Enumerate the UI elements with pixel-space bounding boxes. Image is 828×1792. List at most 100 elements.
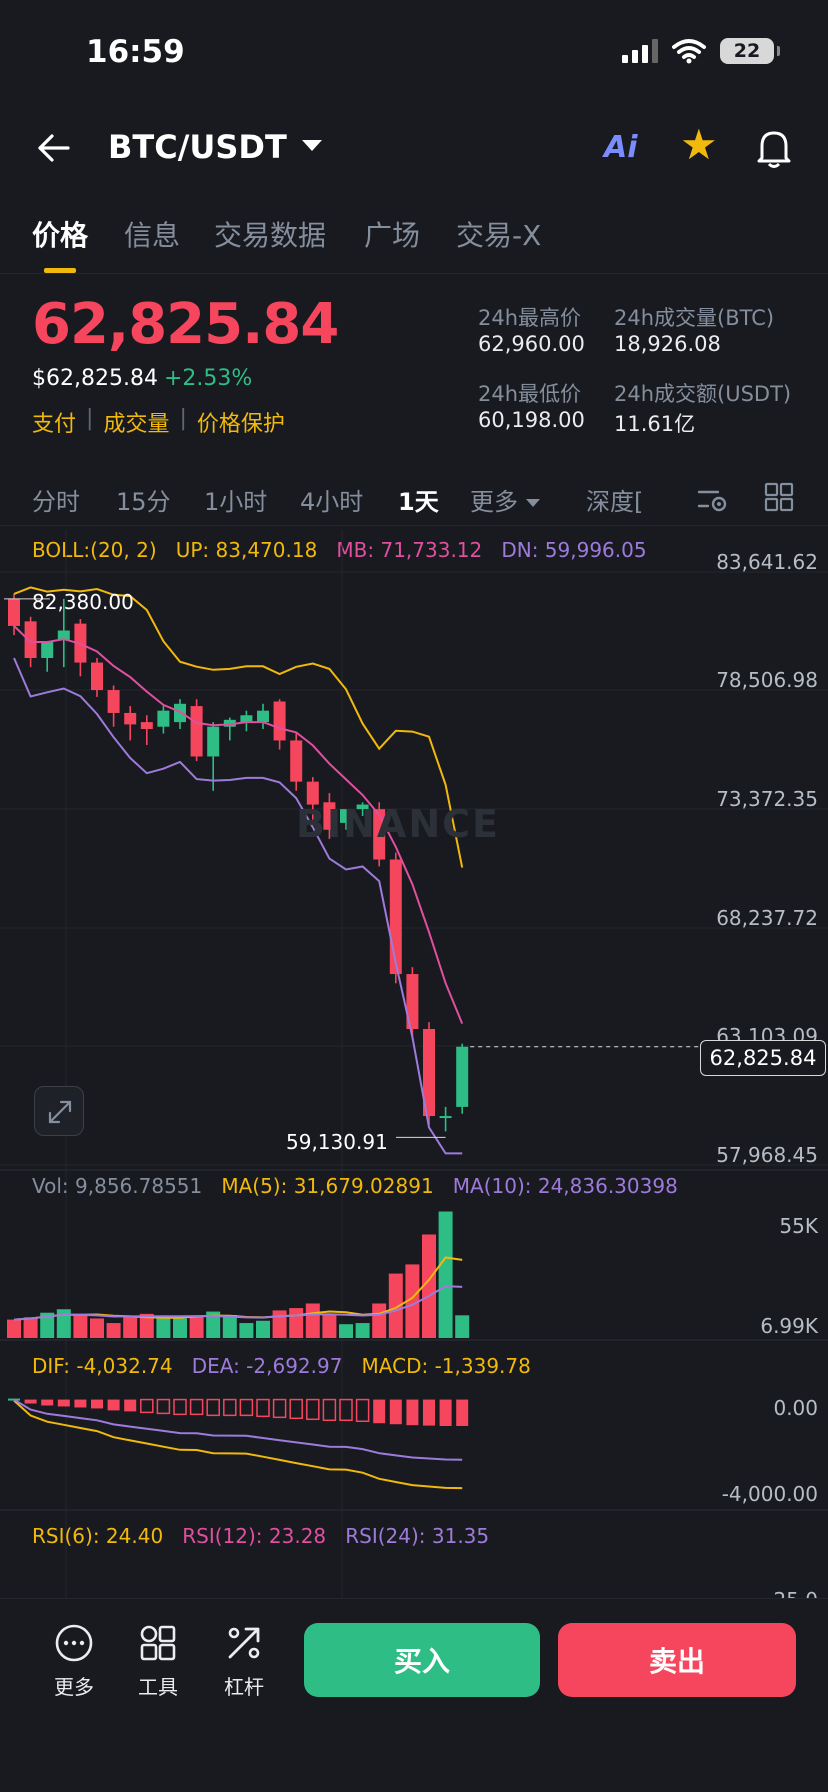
back-arrow-icon[interactable] [34, 128, 74, 168]
tab-square[interactable]: 广场 [364, 214, 420, 254]
macd-dif: DIF: -4,032.74 [32, 1354, 173, 1378]
tag-payment[interactable]: 支付 [32, 406, 86, 438]
volume-bar [339, 1324, 353, 1338]
leverage-button[interactable]: 杠杆 [214, 1623, 274, 1700]
status-icons: 22 [622, 38, 780, 64]
status-time: 16:59 [86, 34, 185, 70]
candle [290, 740, 303, 782]
candle [223, 719, 236, 727]
pair-dropdown-icon[interactable] [302, 140, 322, 151]
sell-button[interactable]: 卖出 [558, 1623, 796, 1697]
wifi-icon [672, 39, 706, 64]
volume-axis-bottom: 6.99K [760, 1314, 818, 1338]
pair-title[interactable]: BTC/USDT [108, 128, 287, 166]
candle [174, 703, 186, 723]
more-button[interactable]: 更多 [44, 1623, 104, 1700]
expand-icon [48, 1100, 72, 1124]
macd-histogram-bar [206, 1398, 220, 1417]
macd-histogram-bar [107, 1399, 120, 1411]
volume-bar [7, 1319, 21, 1338]
macd-histogram-bar [140, 1398, 154, 1414]
rsi-24: RSI(24): 31.35 [345, 1524, 490, 1548]
high-24h-value: 62,960.00 [478, 332, 585, 356]
price-axis-label: 73,372.35 [716, 787, 818, 811]
ai-icon[interactable]: Ai [604, 130, 638, 165]
volume-bar [272, 1310, 287, 1338]
volume-bar [372, 1303, 387, 1338]
candle [124, 712, 137, 725]
vol-btc-value: 18,926.08 [614, 332, 721, 356]
interval-bar: 分时 15分 1小时 4小时 1天 更多 深度[ [0, 476, 828, 526]
price-usd: $62,825.84 +2.53% [32, 366, 252, 391]
fullscreen-button[interactable] [34, 1086, 84, 1136]
chevron-down-icon [526, 499, 540, 507]
interval-depth[interactable]: 深度[ [586, 482, 643, 517]
boll-dn: DN: 59,996.05 [501, 538, 647, 562]
volume-bar [123, 1316, 138, 1338]
price-axis-label: 83,641.62 [716, 550, 818, 574]
interval-1d[interactable]: 1天 [398, 482, 439, 517]
volume-bar [156, 1317, 171, 1338]
volume-axis-top: 55K [779, 1214, 818, 1238]
volume-ma10-line [13, 1285, 463, 1321]
macd-histogram-bar [289, 1398, 303, 1420]
buy-button[interactable]: 买入 [304, 1623, 540, 1697]
leverage-label: 杠杆 [224, 1675, 264, 1699]
volume-bar [455, 1315, 470, 1338]
candle [273, 701, 286, 741]
macd-histogram-bar [439, 1399, 452, 1426]
tools-label: 工具 [138, 1675, 178, 1699]
last-price: 62,825.84 [32, 292, 339, 357]
tools-button[interactable]: 工具 [128, 1623, 188, 1700]
candle [439, 1116, 452, 1119]
tag-volume[interactable]: 成交量 [103, 406, 179, 438]
tag-price-protection[interactable]: 价格保护 [197, 406, 295, 438]
macd-histogram-bar [57, 1399, 70, 1407]
battery-icon: 22 [720, 38, 780, 64]
macd-histogram-bar [306, 1398, 320, 1421]
macd-histogram-bar [173, 1398, 187, 1416]
volume-bar [73, 1315, 88, 1338]
tab-price[interactable]: 价格 [32, 214, 88, 254]
chart-settings-icon[interactable] [696, 482, 730, 516]
tab-trading-data[interactable]: 交易数据 [214, 214, 326, 254]
interval-15m[interactable]: 15分 [116, 482, 171, 517]
interval-1h[interactable]: 1小时 [204, 482, 267, 517]
volume-bar [355, 1323, 370, 1338]
candle [24, 621, 37, 658]
candle [389, 859, 402, 975]
macd-dea: DEA: -2,692.97 [191, 1354, 343, 1378]
macd-value: MACD: -1,339.78 [361, 1354, 531, 1378]
boll-params: BOLL:(20, 2) [32, 538, 157, 562]
bell-icon[interactable] [754, 126, 794, 170]
candle [406, 974, 419, 1030]
rsi-12: RSI(12): 23.28 [182, 1524, 327, 1548]
watermark: BINANCE [296, 802, 500, 846]
candle [8, 598, 20, 626]
interval-4h[interactable]: 4小时 [300, 482, 363, 517]
volume-legend: Vol: 9,856.78551 MA(5): 31,679.02891 MA(… [32, 1174, 678, 1198]
tab-trade-x[interactable]: 交易-X [456, 214, 541, 254]
macd-histogram-bar [24, 1399, 37, 1404]
candle [107, 690, 120, 713]
grid-layout-icon[interactable] [764, 482, 794, 512]
interval-more[interactable]: 更多 [470, 482, 540, 517]
more-dots-icon [55, 1624, 93, 1662]
favorite-star-icon[interactable]: ★ [680, 124, 718, 166]
macd-axis-top: 0.00 [773, 1396, 818, 1420]
macd-axis-bottom: -4,000.00 [721, 1482, 818, 1506]
macd-histogram-bar [373, 1399, 386, 1424]
interval-more-label: 更多 [470, 488, 518, 516]
leverage-icon [228, 1627, 260, 1659]
candle [91, 662, 103, 691]
volume-bar [222, 1315, 237, 1338]
interval-time-share[interactable]: 分时 [32, 482, 80, 517]
price-axis-label: 68,237.72 [716, 906, 818, 930]
macd-histogram-bar [423, 1399, 435, 1426]
macd-histogram-bar [322, 1398, 337, 1422]
bottom-action-bar: 更多 工具 杠杆 买入 卖出 [0, 1598, 828, 1792]
volume-bar [422, 1234, 436, 1338]
boll-lower-line [13, 657, 463, 1155]
tab-info[interactable]: 信息 [124, 214, 180, 254]
candle [257, 710, 269, 723]
